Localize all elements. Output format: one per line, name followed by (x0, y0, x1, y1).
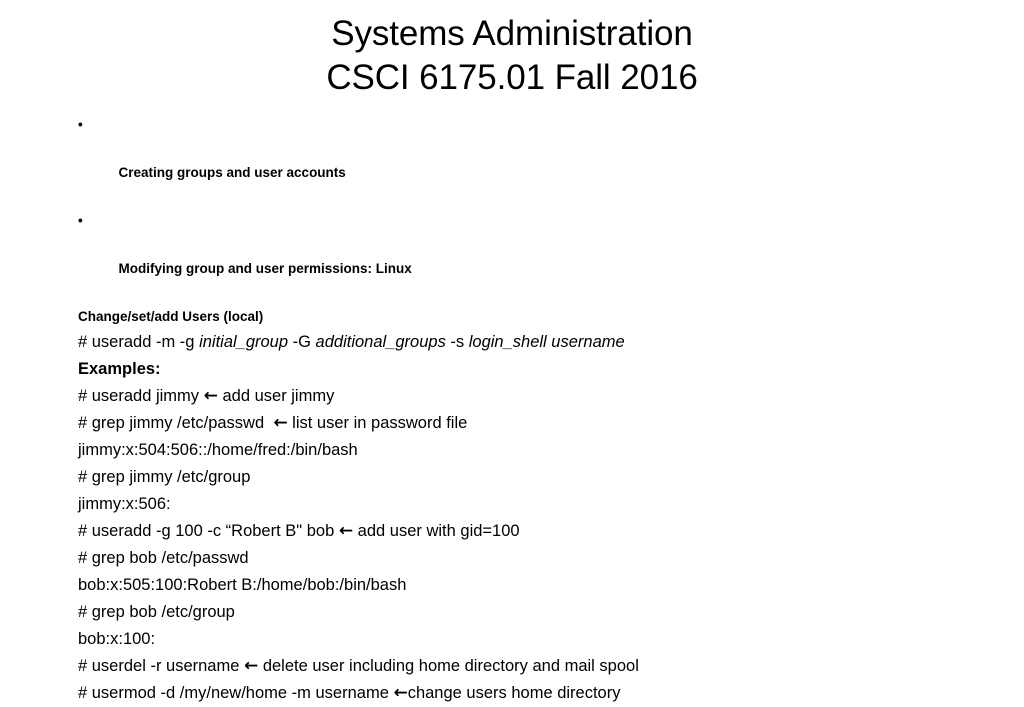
example-line: jimmy:x:506: (0, 491, 1024, 518)
examples-label: Examples: (78, 360, 161, 378)
subheading: Change/set/add Users (local) (78, 309, 264, 324)
syntax-italic-login-shell-username: login_shell username (468, 333, 625, 351)
example-command: # grep bob /etc/passwd (78, 549, 249, 567)
left-arrow-icon: ← (203, 386, 218, 406)
syntax-italic-initial-group: initial_group (199, 333, 289, 351)
example-comment: add user jimmy (217, 387, 335, 405)
slide-title: Systems Administration CSCI 6175.01 Fall… (0, 12, 1024, 100)
example-comment: list user in password file (287, 414, 468, 432)
example-command: bob:x:505:100:Robert B:/home/bob:/bin/ba… (78, 576, 407, 594)
bullet-marker-icon: • (78, 213, 83, 228)
example-line: jimmy:x:504:506::/home/fred:/bin/bash (0, 437, 1024, 464)
example-command: # userdel -r username (78, 657, 244, 675)
example-comment: change users home directory (407, 684, 621, 702)
example-comment: delete user including home directory and… (258, 657, 639, 675)
slide-body: • Creating groups and user accounts • Mo… (0, 113, 1024, 707)
slide-canvas: Systems Administration CSCI 6175.01 Fall… (0, 0, 1024, 703)
example-line: # grep jimmy /etc/passwd ← list user in … (0, 410, 1024, 437)
left-arrow-icon: ← (338, 521, 354, 541)
example-command: # useradd jimmy (78, 387, 204, 405)
example-command: # usermod -d /my/new/home -m username (78, 684, 394, 702)
example-line: # usermod -d /my/new/home -m username ←c… (0, 680, 1024, 707)
example-line: # grep jimmy /etc/group (0, 464, 1024, 491)
syntax-part-1: # useradd -m -g (78, 333, 200, 351)
syntax-part-3: -s (445, 333, 469, 351)
syntax-part-2: -G (288, 333, 316, 351)
title-line-2: CSCI 6175.01 Fall 2016 (326, 58, 698, 97)
example-line: # useradd -g 100 -c “Robert B" bob ← add… (0, 518, 1024, 545)
useradd-syntax-line: # useradd -m -g initial_group -G additio… (0, 329, 1024, 356)
left-arrow-icon: ← (393, 683, 408, 703)
bullet-item-1-label: Creating groups and user accounts (118, 165, 346, 180)
left-arrow-icon: ← (273, 413, 288, 433)
example-command: jimmy:x:504:506::/home/fred:/bin/bash (78, 441, 358, 459)
example-command: # grep bob /etc/group (78, 603, 235, 621)
example-command: # grep jimmy /etc/passwd (78, 414, 274, 432)
title-line-1: Systems Administration (331, 14, 693, 53)
example-command: # grep jimmy /etc/group (78, 468, 251, 486)
example-line-list: # useradd jimmy ← add user jimmy # grep j… (0, 383, 1024, 707)
left-arrow-icon: ← (244, 656, 259, 676)
example-command: jimmy:x:506: (78, 495, 171, 513)
example-command: # useradd -g 100 -c “Robert B" bob (78, 522, 339, 540)
bullet-item-2-label: Modifying group and user permissions: Li… (118, 261, 412, 276)
example-line: bob:x:505:100:Robert B:/home/bob:/bin/ba… (0, 572, 1024, 599)
bullet-item-1: • Creating groups and user accounts (0, 113, 1024, 209)
example-line: # grep bob /etc/passwd (0, 545, 1024, 572)
example-line: # grep bob /etc/group (0, 599, 1024, 626)
example-comment: add user with gid=100 (353, 522, 520, 540)
example-command: bob:x:100: (78, 630, 156, 648)
example-line: # userdel -r username ← delete user incl… (0, 653, 1024, 680)
bullet-marker-icon: • (78, 117, 83, 132)
example-line: # useradd jimmy ← add user jimmy (0, 383, 1024, 410)
bullet-item-2: • Modifying group and user permissions: … (0, 209, 1024, 305)
syntax-italic-additional-groups: additional_groups (315, 333, 446, 351)
example-line: bob:x:100: (0, 626, 1024, 653)
